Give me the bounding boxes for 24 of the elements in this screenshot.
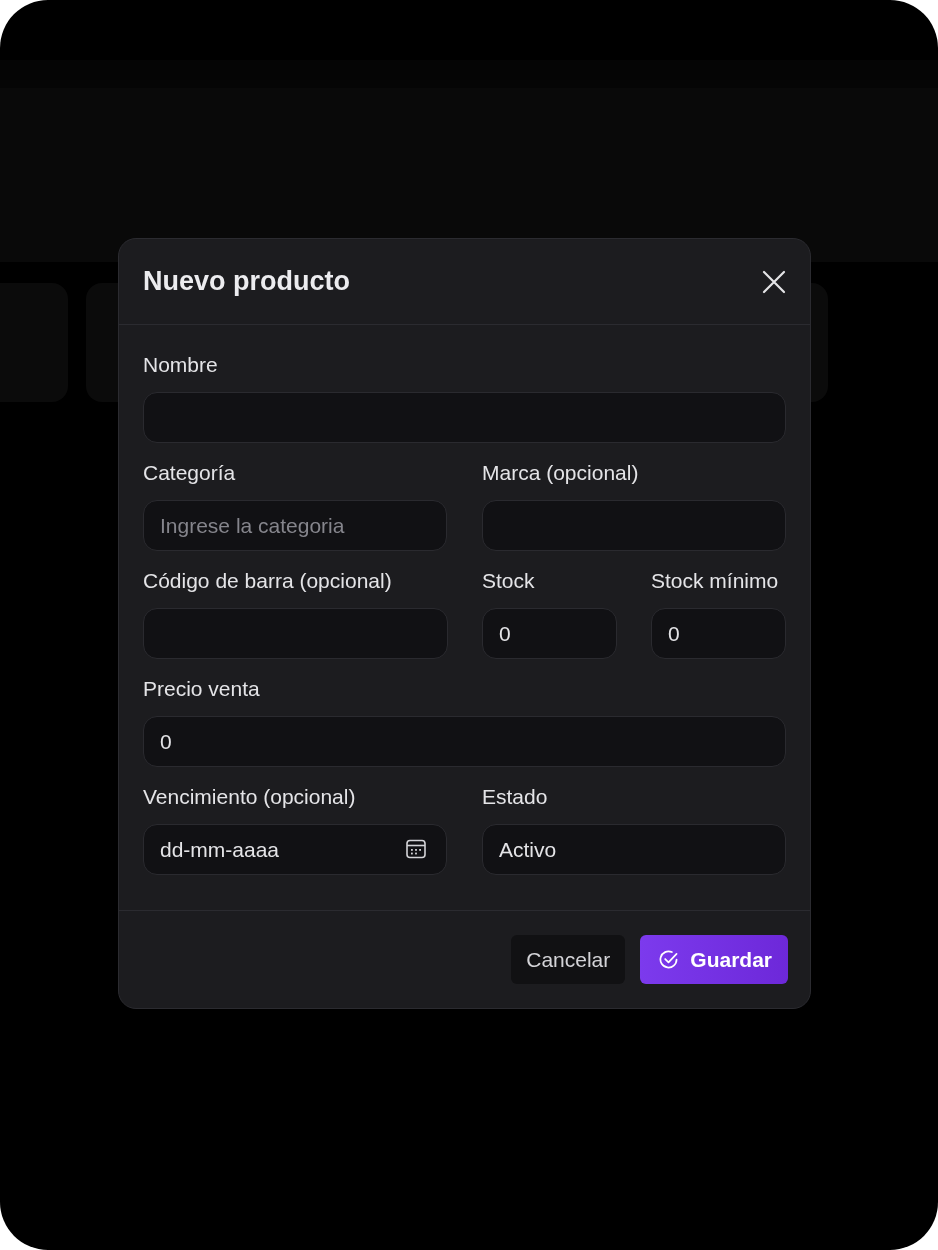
field-label: Categoría [143, 462, 237, 484]
status-select[interactable]: Activo [482, 824, 786, 875]
field-label: Nombre [143, 354, 219, 376]
check-circle-icon [659, 950, 679, 969]
field-label: Precio venta [143, 678, 261, 700]
save-button[interactable]: Guardar [640, 935, 788, 984]
field-label: Stock mínimo [651, 570, 780, 592]
input-field[interactable] [482, 500, 786, 551]
input-field[interactable] [143, 392, 786, 443]
dialog-title: Nuevo producto [143, 265, 350, 299]
calendar-icon[interactable] [406, 839, 426, 859]
field-label: Marca (opcional) [482, 462, 640, 484]
number-field[interactable]: 0 [651, 608, 786, 659]
number-field[interactable]: 0 [143, 716, 786, 767]
close-icon [762, 269, 786, 294]
cancel-button[interactable]: Cancelar [511, 935, 626, 984]
date-field[interactable]: dd-mm-aaaa [143, 824, 447, 875]
number-field[interactable]: 0 [482, 608, 617, 659]
field-label: Vencimiento (opcional) [143, 786, 357, 808]
field-label: Código de barra (opcional) [143, 570, 393, 592]
field-label: Estado [482, 786, 549, 808]
input-field[interactable]: Ingrese la categoria [143, 500, 447, 551]
field-label: Stock [482, 570, 536, 592]
input-field[interactable] [143, 608, 448, 659]
